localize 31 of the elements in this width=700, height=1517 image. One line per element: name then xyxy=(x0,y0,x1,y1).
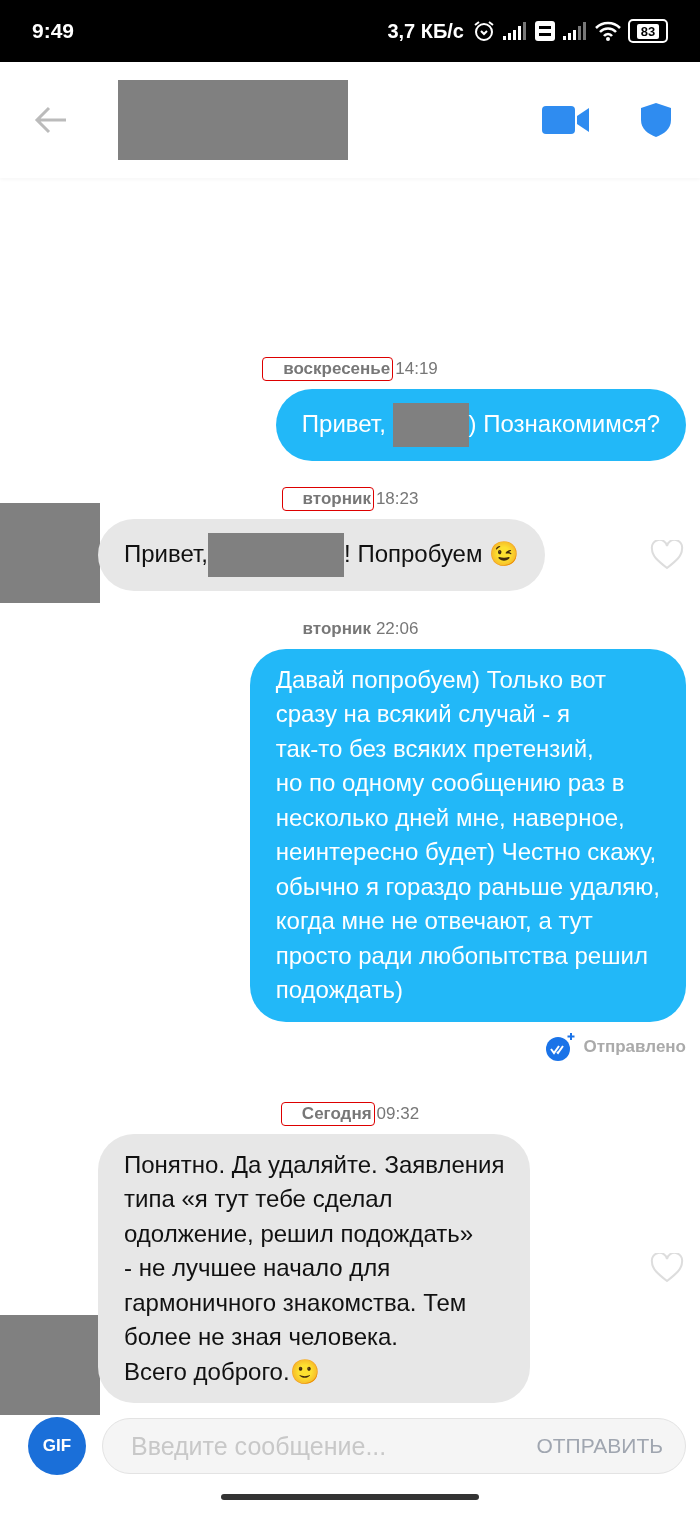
day-label: вторник xyxy=(281,486,374,511)
message-text: Привет, xyxy=(301,409,387,440)
message-time: 22:06 xyxy=(375,618,419,639)
gif-button[interactable]: GIF xyxy=(28,1417,86,1475)
message-text: Давай попробуем) Только вот сразу на всякий случай - я так-то без всяких претензий, но по одному сообщению раз в несколько дней мне, наверное, неинтересно будет) Честно скажу, обычно я гораздо раньше удаляю, когда мне не отвечают, а тут просто ради любопытства решил подождать) xyxy=(275,664,660,1005)
shield-icon[interactable] xyxy=(640,102,672,138)
battery-icon: 83 xyxy=(628,19,668,43)
back-arrow-icon[interactable] xyxy=(34,105,68,135)
clock-time: 9:49 xyxy=(32,19,75,43)
message-text: ) Познакомимся? xyxy=(468,409,660,440)
message-text: Понятно. Да удаляйте. Заявления типа «я тут тебе сделал одолжение, решил подождать» - не лучшее начало для гармоничного знакомства. Тем более не зная человека. Всего доброго.🙂 xyxy=(124,1149,505,1387)
wifi-icon xyxy=(594,20,622,42)
delivery-status: Отправлено xyxy=(583,1036,686,1057)
day-label: вторник xyxy=(301,617,372,640)
signal-icon xyxy=(502,21,528,41)
message-time: 14:19 xyxy=(395,358,438,379)
day-label: воскресенье xyxy=(262,356,394,381)
signal-icon xyxy=(562,21,588,41)
message-text: Привет, xyxy=(124,539,209,570)
double-check-icon xyxy=(545,1031,576,1062)
message-text: ! Попробуем 😉 xyxy=(344,539,520,570)
heart-icon[interactable] xyxy=(650,1253,684,1284)
home-indicator[interactable] xyxy=(221,1494,479,1500)
heart-icon[interactable] xyxy=(650,539,684,570)
send-button[interactable]: ОТПРАВИТЬ xyxy=(530,1433,669,1459)
alarm-icon xyxy=(472,19,496,43)
network-speed: 3,7 КБ/с xyxy=(387,19,464,43)
message-time: 09:32 xyxy=(376,1103,420,1124)
day-label: Сегодня xyxy=(280,1101,375,1126)
message-time: 18:23 xyxy=(375,488,419,509)
video-camera-icon[interactable] xyxy=(542,105,590,135)
